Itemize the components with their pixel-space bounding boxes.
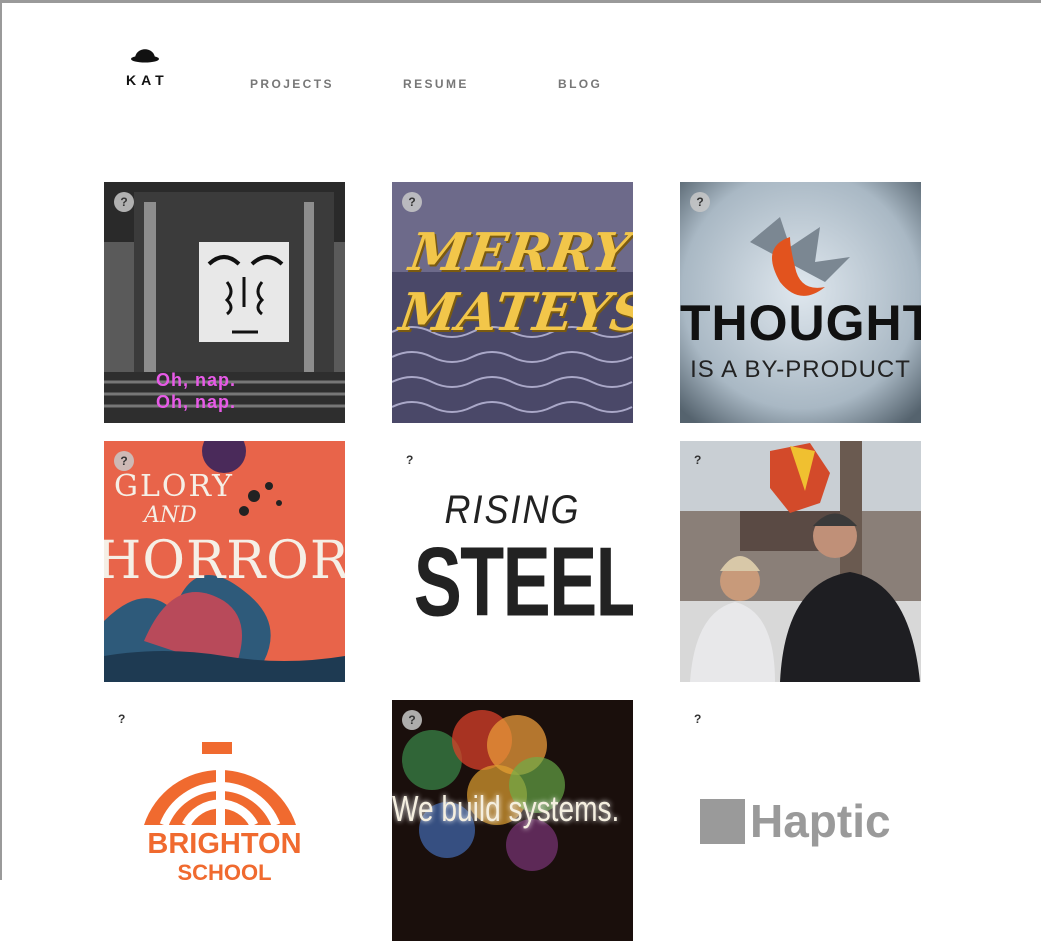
nav-projects[interactable]: PROJECTS	[250, 77, 334, 91]
project-tile-haptic[interactable]: Haptic ?	[680, 700, 921, 941]
project-tile-rising-steel[interactable]: RISING STEEL ?	[392, 441, 633, 682]
window-top-border	[0, 0, 1041, 3]
caption-line-2: Oh, nap.	[156, 392, 236, 412]
project-tile-we-build-systems[interactable]: We build systems. ?	[392, 700, 633, 941]
project-tile-merry-mateys[interactable]: MERRY MATEYS ?	[392, 182, 633, 423]
title: THOUGHT	[680, 295, 921, 351]
title-line-1: MERRY	[405, 222, 633, 283]
poster-line-1: GLORY	[114, 469, 234, 504]
caption-line-1: Oh, nap.	[156, 370, 236, 390]
project-tile-oh-nap[interactable]: Oh, nap. Oh, nap. ?	[104, 182, 345, 423]
title-line-2: STEEL	[413, 526, 633, 637]
info-badge[interactable]: ?	[402, 710, 422, 730]
project-tile-thought[interactable]: THOUGHT IS A BY-PRODUCT ?	[680, 182, 921, 423]
info-badge[interactable]: ?	[690, 192, 710, 212]
window-left-border	[0, 0, 2, 880]
haptic-logo-square	[700, 799, 745, 844]
caption: We build systems.	[392, 788, 620, 829]
brighton-sun-logo	[144, 742, 296, 828]
title-line-1: BRIGHTON	[147, 828, 302, 860]
logo-text: KAT	[126, 72, 169, 88]
nav-blog[interactable]: BLOG	[558, 77, 602, 91]
project-tile-glory-horror[interactable]: GLORY AND HORROR ?	[104, 441, 345, 682]
info-badge[interactable]: ?	[694, 453, 701, 467]
info-badge[interactable]: ?	[118, 712, 125, 726]
title: Haptic	[750, 795, 891, 847]
info-badge[interactable]: ?	[694, 712, 701, 726]
info-badge[interactable]: ?	[406, 453, 413, 467]
title-line-2: SCHOOL	[177, 860, 272, 885]
street-couple-photo	[680, 441, 921, 682]
bowler-hat-icon	[131, 49, 159, 63]
project-tile-brighton-school[interactable]: BRIGHTON SCHOOL ?	[104, 700, 345, 941]
info-badge[interactable]: ?	[114, 451, 134, 471]
home-logo-link[interactable]: KAT	[120, 40, 174, 90]
project-tile-street-couple[interactable]: ?	[680, 441, 921, 682]
poster-line-2: AND	[144, 503, 197, 528]
info-badge[interactable]: ?	[402, 192, 422, 212]
info-badge[interactable]: ?	[114, 192, 134, 212]
title-line-2: MATEYS	[395, 282, 633, 343]
subtitle: IS A BY-PRODUCT	[690, 356, 911, 383]
poster-line-3: HORROR	[104, 531, 345, 591]
nav-resume[interactable]: RESUME	[403, 77, 469, 91]
